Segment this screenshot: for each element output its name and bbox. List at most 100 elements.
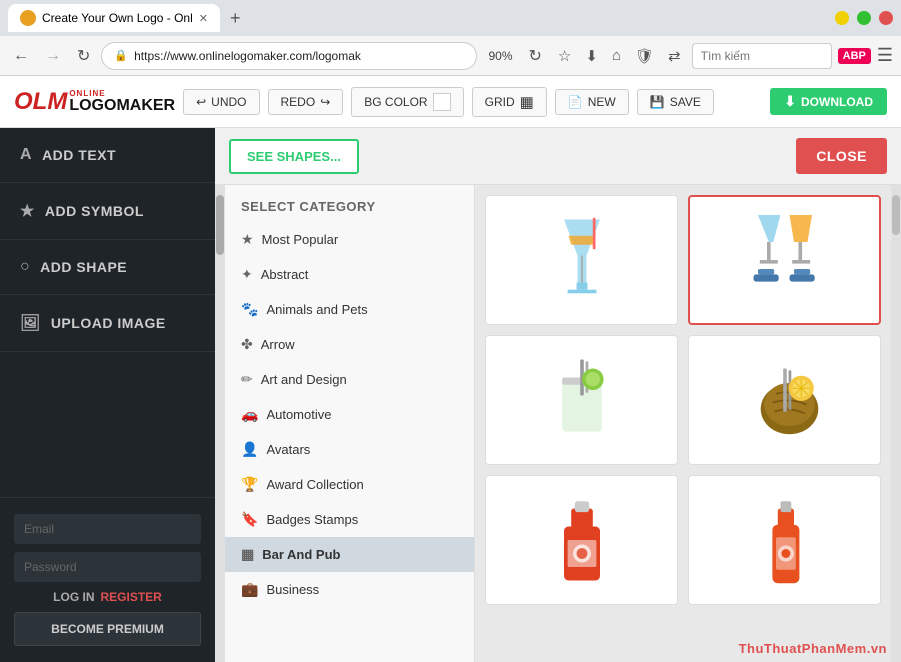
right-scroll-track[interactable] bbox=[891, 185, 901, 662]
reload-button[interactable]: ↻ bbox=[524, 42, 547, 70]
category-item-automotive[interactable]: 🚗 Automotive bbox=[225, 397, 474, 432]
new-button[interactable]: 📄 NEW bbox=[555, 89, 629, 115]
redo-button[interactable]: REDO ↪ bbox=[268, 89, 344, 115]
forward-button[interactable]: → bbox=[40, 43, 66, 69]
logo-maker-text: LOGOMAKER bbox=[69, 98, 175, 114]
category-label: Most Popular bbox=[262, 232, 339, 247]
address-bar[interactable]: 🔒 https://www.onlinelogomaker.com/logoma… bbox=[101, 42, 477, 70]
avatars-icon: 👤 bbox=[241, 441, 258, 458]
shapes-panel: SELECT CATEGORY ★ Most Popular ✦ Abstrac… bbox=[215, 185, 901, 662]
symbol-card-6[interactable] bbox=[688, 475, 881, 605]
category-label: Avatars bbox=[266, 442, 310, 457]
category-label: Abstract bbox=[261, 267, 309, 282]
search-input[interactable] bbox=[692, 43, 832, 69]
bg-color-button[interactable]: BG COLOR bbox=[351, 87, 463, 117]
sync-icon[interactable]: ⇄ bbox=[663, 44, 686, 68]
app-main: A ADD TEXT ★ ADD SYMBOL ○ ADD SHAPE 🖼 UP… bbox=[0, 128, 901, 662]
sidebar-item-add-symbol[interactable]: ★ ADD SYMBOL bbox=[0, 183, 215, 240]
add-text-icon: A bbox=[20, 146, 32, 164]
zoom-level[interactable]: 90% bbox=[483, 47, 517, 65]
category-item-badges-stamps[interactable]: 🔖 Badges Stamps bbox=[225, 502, 474, 537]
category-item-bar-pub[interactable]: ▦ Bar And Pub bbox=[225, 537, 474, 572]
bookmark-icon[interactable]: ☆ bbox=[553, 44, 576, 68]
downloads-icon[interactable]: ⬇ bbox=[580, 44, 603, 68]
category-item-award-collection[interactable]: 🏆 Award Collection bbox=[225, 467, 474, 502]
password-input[interactable] bbox=[14, 552, 201, 582]
window-controls bbox=[835, 11, 893, 25]
sidebar: A ADD TEXT ★ ADD SYMBOL ○ ADD SHAPE 🖼 UP… bbox=[0, 128, 215, 662]
close-window-button[interactable] bbox=[879, 11, 893, 25]
right-scroll-thumb bbox=[892, 195, 900, 235]
symbol-grid bbox=[475, 185, 891, 662]
category-label: Bar And Pub bbox=[262, 547, 340, 562]
refresh-button[interactable]: ↻ bbox=[72, 42, 95, 70]
category-label: Badges Stamps bbox=[266, 512, 358, 527]
sidebar-item-add-text[interactable]: A ADD TEXT bbox=[0, 128, 215, 183]
see-shapes-button[interactable]: SEE SHAPES... bbox=[229, 139, 359, 174]
download-button[interactable]: ⬇ DOWNLOAD bbox=[770, 88, 887, 115]
iced-drink-icon bbox=[537, 350, 627, 450]
undo-button[interactable]: ↩ UNDO bbox=[183, 89, 259, 115]
symbol-card-1[interactable] bbox=[485, 195, 678, 325]
browser-tab[interactable]: Create Your Own Logo - Onl ✕ bbox=[8, 4, 220, 32]
minimize-button[interactable] bbox=[835, 11, 849, 25]
sidebar-item-add-shape[interactable]: ○ ADD SHAPE bbox=[0, 240, 215, 295]
sauce-bottle-icon bbox=[537, 490, 627, 590]
logo-text-group: ONLINE LOGOMAKER bbox=[69, 90, 175, 114]
automotive-icon: 🚗 bbox=[241, 406, 258, 423]
new-icon: 📄 bbox=[568, 95, 583, 109]
category-label: Arrow bbox=[261, 337, 295, 352]
symbol-card-3[interactable] bbox=[485, 335, 678, 465]
grid-button[interactable]: GRID ▦ bbox=[472, 87, 547, 117]
tab-favicon bbox=[20, 10, 36, 26]
grid-icon: ▦ bbox=[520, 93, 534, 111]
abp-button[interactable]: ABP bbox=[838, 48, 871, 64]
category-label: Award Collection bbox=[266, 477, 363, 492]
home-icon[interactable]: ⌂ bbox=[607, 44, 626, 68]
register-button[interactable]: REGISTER bbox=[101, 590, 162, 604]
shield-icon[interactable]: 🛡 bbox=[630, 44, 659, 68]
award-icon: 🏆 bbox=[241, 476, 258, 493]
cocktail-glass-icon bbox=[537, 210, 627, 310]
category-item-avatars[interactable]: 👤 Avatars bbox=[225, 432, 474, 467]
category-list: SELECT CATEGORY ★ Most Popular ✦ Abstrac… bbox=[225, 185, 475, 662]
add-symbol-icon: ★ bbox=[20, 201, 35, 221]
download-icon: ⬇ bbox=[784, 93, 796, 110]
category-label: Art and Design bbox=[261, 372, 347, 387]
auth-row: LOG IN REGISTER bbox=[14, 590, 201, 604]
business-icon: 💼 bbox=[241, 581, 258, 598]
category-item-arrow[interactable]: ✤ Arrow bbox=[225, 327, 474, 362]
email-input[interactable] bbox=[14, 514, 201, 544]
app-header: OLM ONLINE LOGOMAKER ↩ UNDO REDO ↪ BG CO… bbox=[0, 76, 901, 128]
add-shape-icon: ○ bbox=[20, 258, 30, 276]
category-item-business[interactable]: 💼 Business bbox=[225, 572, 474, 607]
category-item-art-design[interactable]: ✏ Art and Design bbox=[225, 362, 474, 397]
category-item-abstract[interactable]: ✦ Abstract bbox=[225, 257, 474, 292]
category-item-most-popular[interactable]: ★ Most Popular bbox=[225, 222, 474, 257]
save-icon: 💾 bbox=[650, 95, 665, 109]
browser-menu-button[interactable]: ☰ bbox=[877, 45, 893, 66]
category-scroll-track[interactable] bbox=[215, 185, 225, 662]
symbol-card-5[interactable] bbox=[485, 475, 678, 605]
redo-icon: ↪ bbox=[320, 95, 330, 109]
login-button[interactable]: LOG IN bbox=[53, 590, 94, 604]
new-tab-button[interactable]: + bbox=[226, 8, 245, 29]
maximize-button[interactable] bbox=[857, 11, 871, 25]
tab-close-icon[interactable]: ✕ bbox=[199, 12, 208, 25]
art-icon: ✏ bbox=[241, 371, 253, 388]
logo-owl-letters: OLM bbox=[14, 88, 67, 116]
tab-title: Create Your Own Logo - Onl bbox=[42, 11, 193, 25]
upload-image-icon: 🖼 bbox=[20, 313, 41, 333]
symbol-card-4[interactable] bbox=[688, 335, 881, 465]
category-label: Business bbox=[266, 582, 319, 597]
back-button[interactable]: ← bbox=[8, 43, 34, 69]
save-button[interactable]: 💾 SAVE bbox=[637, 89, 714, 115]
premium-button[interactable]: BECOME PREMIUM bbox=[14, 612, 201, 646]
category-label: Animals and Pets bbox=[266, 302, 367, 317]
symbol-card-2[interactable] bbox=[688, 195, 881, 325]
close-shapes-button[interactable]: CLOSE bbox=[796, 138, 887, 174]
sidebar-item-upload-image[interactable]: 🖼 UPLOAD IMAGE bbox=[0, 295, 215, 352]
category-item-animals-pets[interactable]: 🐾 Animals and Pets bbox=[225, 292, 474, 327]
coconut-drink-icon bbox=[740, 350, 830, 450]
most-popular-icon: ★ bbox=[241, 231, 254, 248]
